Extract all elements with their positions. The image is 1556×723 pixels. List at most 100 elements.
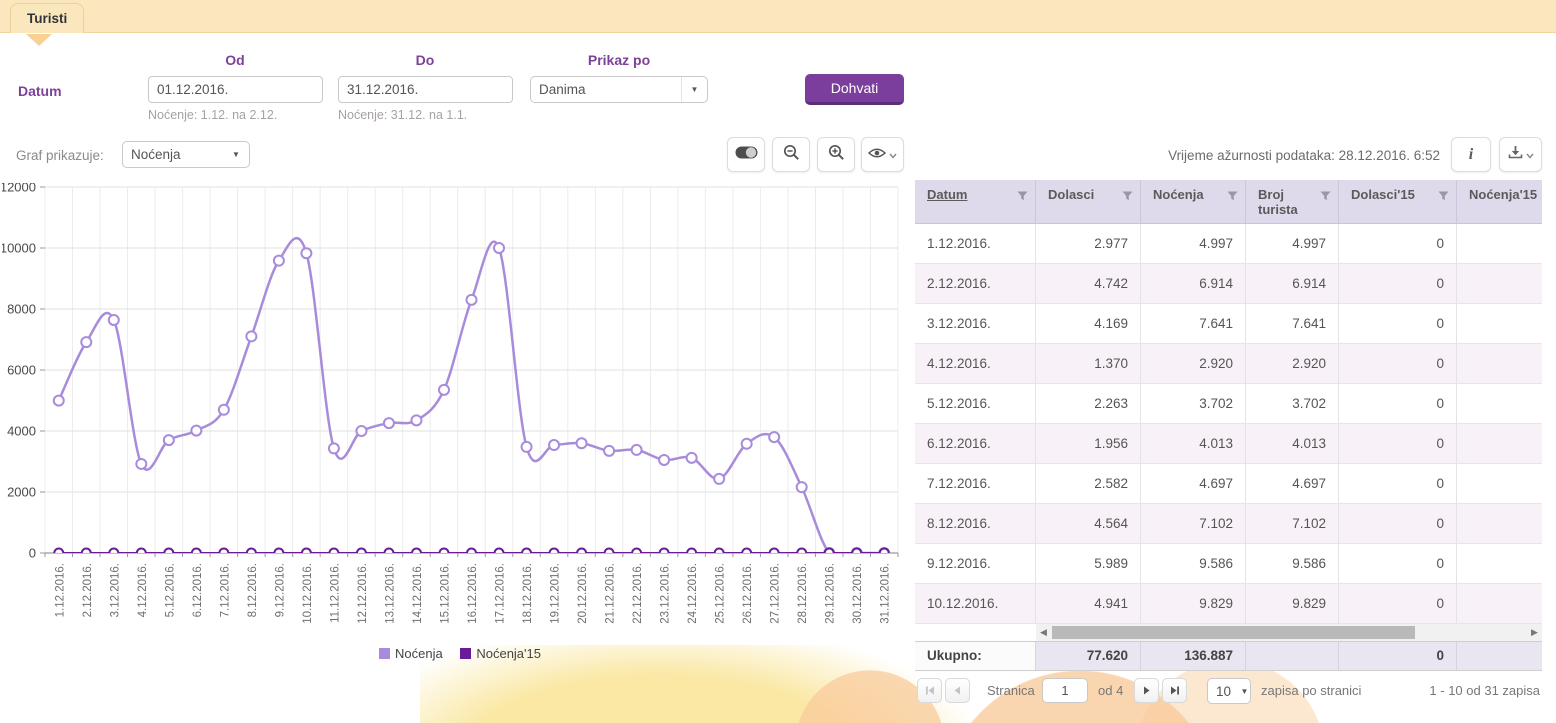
- column-header-nocenja15[interactable]: Noćenja'15: [1457, 180, 1542, 223]
- svg-text:0: 0: [29, 546, 36, 561]
- scroll-right-icon[interactable]: ▶: [1527, 624, 1542, 641]
- prikaz-po-select[interactable]: Danima ▼: [530, 76, 708, 103]
- chart[interactable]: 0200040006000800010000120001.12.2016.2.1…: [2, 183, 908, 645]
- legend-label-nocenja[interactable]: Noćenja: [395, 646, 443, 661]
- table-cell: [1457, 264, 1542, 304]
- horizontal-scrollbar[interactable]: ◀ ▶: [1036, 624, 1542, 641]
- date-from-note: Noćenje: 1.12. na 2.12.: [148, 108, 277, 122]
- table-cell: 7.641: [1141, 304, 1246, 344]
- page-number-input[interactable]: [1042, 678, 1088, 703]
- table-scrollbar-row: ◀ ▶: [915, 624, 1542, 641]
- table-cell: 2.582: [1036, 464, 1141, 504]
- table-cell: 4.697: [1141, 464, 1246, 504]
- column-header-dolasci15[interactable]: Dolasci'15: [1339, 180, 1457, 223]
- info-button[interactable]: i: [1451, 137, 1491, 172]
- table-cell: [1457, 344, 1542, 384]
- table-cell: 3.12.2016.: [915, 304, 1036, 344]
- filter-icon[interactable]: [1017, 189, 1028, 204]
- table-row[interactable]: 6.12.2016.1.9564.0134.0130: [915, 424, 1542, 464]
- chevron-down-icon: [1526, 146, 1534, 164]
- svg-text:13.12.2016.: 13.12.2016.: [384, 563, 396, 624]
- next-page-button[interactable]: [1134, 678, 1159, 703]
- prikaz-po-value: Danima: [531, 82, 681, 97]
- filter-icon[interactable]: [1438, 189, 1449, 204]
- table-row[interactable]: 10.12.2016.4.9419.8299.8290: [915, 584, 1542, 624]
- column-header-datum[interactable]: Datum: [915, 180, 1036, 223]
- filter-icon[interactable]: [1320, 189, 1331, 204]
- table-row[interactable]: 3.12.2016.4.1697.6417.6410: [915, 304, 1542, 344]
- legend-swatch-nocenja[interactable]: [379, 648, 390, 659]
- table-cell: 0: [1339, 504, 1457, 544]
- table-cell: 4.742: [1036, 264, 1141, 304]
- table-row[interactable]: 5.12.2016.2.2633.7023.7020: [915, 384, 1542, 424]
- eye-icon: [868, 146, 886, 164]
- svg-text:28.12.2016.: 28.12.2016.: [797, 563, 809, 624]
- page-size-select[interactable]: 10 ▼: [1207, 678, 1251, 704]
- svg-text:20.12.2016.: 20.12.2016.: [577, 563, 589, 624]
- graf-prikazuje-label: Graf prikazuje:: [16, 148, 104, 163]
- table-row[interactable]: 2.12.2016.4.7426.9146.9140: [915, 264, 1542, 304]
- chevron-down-icon: ▼: [1239, 679, 1250, 703]
- table-cell: 3.702: [1141, 384, 1246, 424]
- column-header-broj-turista[interactable]: Broj turista: [1246, 180, 1339, 223]
- zoom-in-button[interactable]: [817, 137, 855, 172]
- filter-icon[interactable]: [1122, 189, 1133, 204]
- total-dolasci15: 0: [1339, 642, 1457, 670]
- do-label: Do: [398, 52, 452, 68]
- scrollbar-thumb[interactable]: [1052, 626, 1415, 639]
- table-cell: 10.12.2016.: [915, 584, 1036, 624]
- table-cell: 7.641: [1246, 304, 1339, 344]
- table-total-row: Ukupno: 77.620 136.887 0: [915, 641, 1542, 671]
- table-cell: 9.829: [1141, 584, 1246, 624]
- tab-turisti[interactable]: Turisti: [10, 3, 84, 33]
- total-nocenja: 136.887: [1141, 642, 1246, 670]
- table-cell: 1.956: [1036, 424, 1141, 464]
- legend-swatch-nocenja15[interactable]: [460, 648, 471, 659]
- table-cell: [1457, 584, 1542, 624]
- date-to-input[interactable]: [339, 77, 513, 102]
- table-cell: 0: [1339, 464, 1457, 504]
- table-cell: 2.263: [1036, 384, 1141, 424]
- date-from-input[interactable]: [149, 77, 323, 102]
- svg-text:15.12.2016.: 15.12.2016.: [439, 563, 451, 624]
- first-page-button[interactable]: [917, 678, 942, 703]
- filter-icon[interactable]: [1227, 189, 1238, 204]
- column-header-nocenja[interactable]: Noćenja: [1141, 180, 1246, 223]
- table-row[interactable]: 1.12.2016.2.9774.9974.9970: [915, 224, 1542, 264]
- table-row[interactable]: 7.12.2016.2.5824.6974.6970: [915, 464, 1542, 504]
- legend-label-nocenja15[interactable]: Noćenja'15: [476, 646, 541, 661]
- previous-page-button[interactable]: [945, 678, 970, 703]
- table-cell: 4.941: [1036, 584, 1141, 624]
- table-cell: 0: [1339, 584, 1457, 624]
- table-cell: 0: [1339, 384, 1457, 424]
- graf-series-select[interactable]: Noćenja ▼: [122, 141, 250, 168]
- export-button[interactable]: [1499, 137, 1542, 172]
- dohvati-button[interactable]: Dohvati: [805, 74, 904, 105]
- table-cell: 0: [1339, 544, 1457, 584]
- records-range-label: 1 - 10 od 31 zapisa: [1429, 683, 1540, 698]
- column-header-dolasci[interactable]: Dolasci: [1036, 180, 1141, 223]
- table-cell: 2.12.2016.: [915, 264, 1036, 304]
- top-bar: Turisti: [0, 0, 1556, 33]
- svg-text:19.12.2016.: 19.12.2016.: [550, 563, 562, 624]
- table-cell: 5.989: [1036, 544, 1141, 584]
- svg-text:25.12.2016.: 25.12.2016.: [715, 563, 727, 624]
- table-row[interactable]: 8.12.2016.4.5647.1027.1020: [915, 504, 1542, 544]
- svg-text:10000: 10000: [2, 241, 36, 256]
- table-cell: 4.997: [1246, 224, 1339, 264]
- download-icon: [1508, 145, 1523, 164]
- zoom-out-button[interactable]: [772, 137, 810, 172]
- page-size-label: zapisa po stranici: [1261, 683, 1361, 698]
- table-cell: 5.12.2016.: [915, 384, 1036, 424]
- svg-text:7.12.2016.: 7.12.2016.: [219, 563, 231, 617]
- chart-type-toggle-button[interactable]: [727, 137, 765, 172]
- table-cell: 4.013: [1141, 424, 1246, 464]
- scroll-left-icon[interactable]: ◀: [1036, 624, 1051, 641]
- series-visibility-button[interactable]: [861, 137, 904, 172]
- table-row[interactable]: 4.12.2016.1.3702.9202.9200: [915, 344, 1542, 384]
- table-row[interactable]: 9.12.2016.5.9899.5869.5860: [915, 544, 1542, 584]
- last-page-button[interactable]: [1162, 678, 1187, 703]
- scrollbar-spacer: [915, 624, 1036, 641]
- date-to-note: Noćenje: 31.12. na 1.1.: [338, 108, 467, 122]
- table-cell: 1.12.2016.: [915, 224, 1036, 264]
